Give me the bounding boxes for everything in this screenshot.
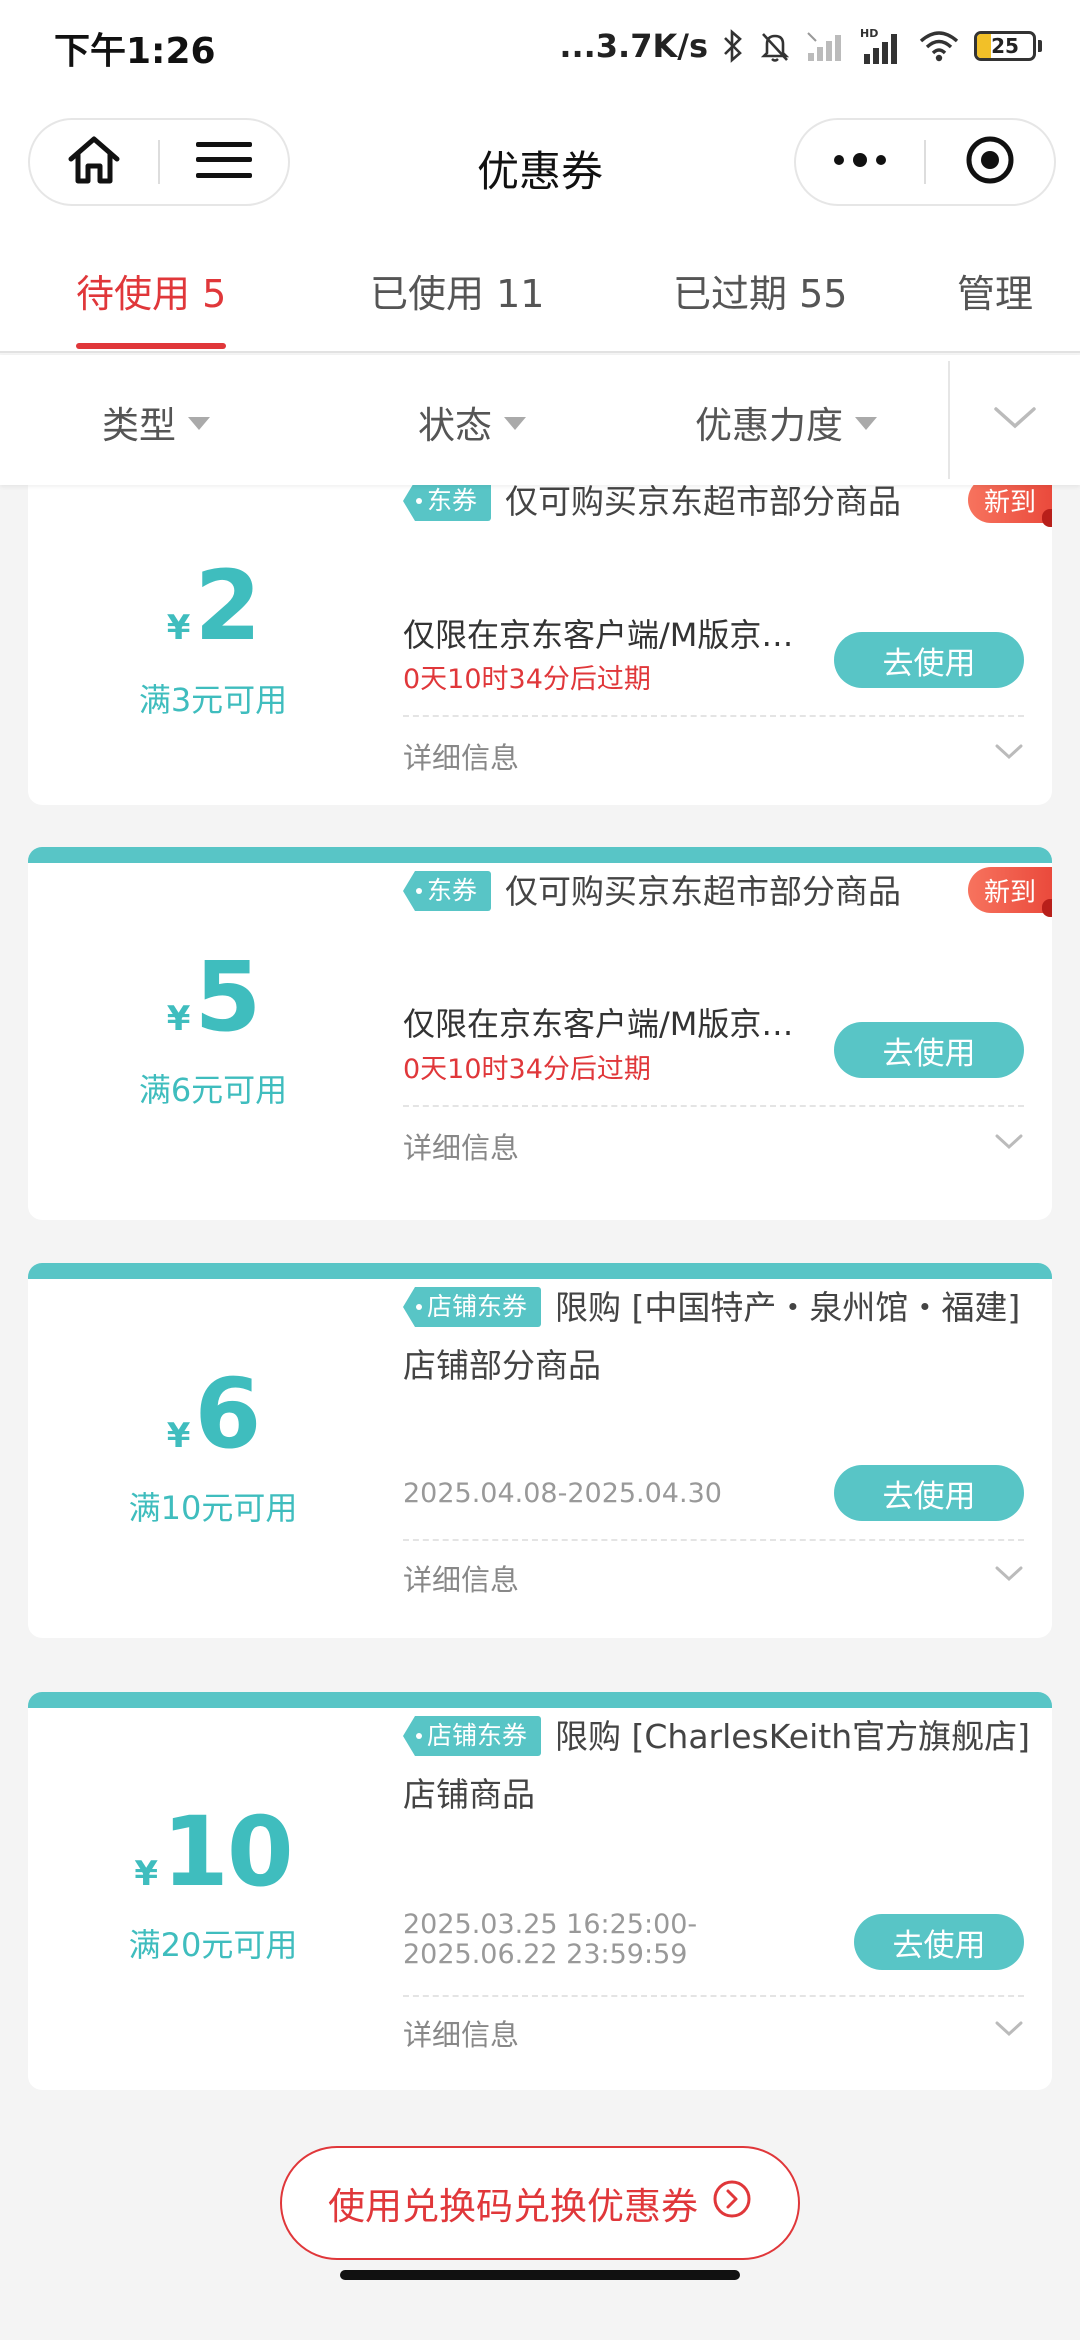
chevron-down-icon[interactable] <box>994 1133 1024 1155</box>
status-tabs: 待使用 5 已使用 11 已过期 55 管理 <box>0 235 1080 353</box>
tab-used[interactable]: 已使用 11 <box>370 263 544 318</box>
filter-expand-button[interactable] <box>950 355 1080 485</box>
coupon-detail-link[interactable]: 详细信息 <box>403 735 519 777</box>
coupon-threshold: 满3元可用 <box>138 681 288 719</box>
coupon-expire: 0天10时34分后过期 <box>403 1054 651 1085</box>
mute-bell-icon <box>758 29 792 63</box>
coupon-date-range: 2025.03.25 16:25:00-2025.06.22 23:59:59 <box>403 1909 698 1970</box>
active-tab-indicator <box>76 343 226 349</box>
coupon-amount-value: 10 <box>162 1796 294 1908</box>
coupon-desc: 仅限在京东客户端/M版京… <box>403 616 794 654</box>
coupon-title: 东券 仅可购买京东超市部分商品 <box>403 485 1033 531</box>
tab-expired[interactable]: 已过期 55 <box>673 263 847 318</box>
use-coupon-button[interactable]: 去使用 <box>834 632 1024 688</box>
coupon-expire: 0天10时34分后过期 <box>403 664 651 695</box>
signal-weak-icon <box>806 29 846 63</box>
svg-text:HD: HD <box>860 27 878 40</box>
coupon-tag: 店铺东券 <box>403 1716 542 1756</box>
tab-pending[interactable]: 待使用 5 <box>76 263 226 318</box>
dropdown-triangle-icon <box>504 416 526 430</box>
coupon-amount: ¥2 <box>28 550 398 662</box>
redeem-code-button[interactable]: 使用兑换码兑换优惠券 <box>280 2146 800 2260</box>
filter-discount[interactable]: 优惠力度 <box>695 395 877 449</box>
status-bar: 下午1:26 ...3.7K/s HD 25 <box>0 0 1080 90</box>
battery-percent: 25 <box>991 34 1019 58</box>
use-coupon-button[interactable]: 去使用 <box>854 1914 1024 1970</box>
title-bar: 优惠券 <box>0 90 1080 235</box>
dropdown-triangle-icon <box>855 416 877 430</box>
coupon-amount-value: 6 <box>194 1358 261 1470</box>
close-miniapp-button[interactable] <box>926 120 1054 204</box>
coupon-card: 店铺东券 限购 [CharlesKeith官方旗舰店] 店铺商品 ¥10 满20元… <box>28 1692 1052 2090</box>
coupon-card: 新到 东券 仅可购买京东超市部分商品 ¥2 满3元可用 仅限在京东客户端/M版京…… <box>28 485 1052 805</box>
battery-icon: 25 <box>974 31 1042 61</box>
target-close-icon <box>964 134 1016 190</box>
filter-discount-label: 优惠力度 <box>695 404 843 447</box>
yen-symbol: ¥ <box>166 1416 191 1456</box>
dropdown-triangle-icon <box>188 416 210 430</box>
chevron-down-icon[interactable] <box>994 2020 1024 2042</box>
use-coupon-button[interactable]: 去使用 <box>834 1022 1024 1078</box>
coupon-card: 新到 东券 仅可购买京东超市部分商品 ¥5 满6元可用 仅限在京东客户端/M版京…… <box>28 847 1052 1220</box>
coupon-tag: 店铺东券 <box>403 1287 542 1327</box>
coupon-title: 东券 仅可购买京东超市部分商品 <box>403 863 1033 921</box>
coupon-detail-link[interactable]: 详细信息 <box>403 2012 519 2054</box>
filter-type-label: 类型 <box>102 404 176 447</box>
chevron-down-icon[interactable] <box>994 743 1024 765</box>
tab-manage[interactable]: 管理 <box>957 263 1033 318</box>
network-speed: ...3.7K/s <box>559 27 708 65</box>
coupon-amount-value: 5 <box>194 941 261 1053</box>
coupon-detail-link[interactable]: 详细信息 <box>403 1557 519 1599</box>
coupon-date-range: 2025.04.08-2025.04.30 <box>403 1478 722 1509</box>
bluetooth-icon <box>722 29 744 63</box>
coupon-tag: 东券 <box>403 485 492 521</box>
redeem-code-label: 使用兑换码兑换优惠券 <box>328 2185 698 2228</box>
coupon-threshold: 满20元可用 <box>128 1926 298 1964</box>
miniapp-capsule <box>794 118 1056 206</box>
wifi-icon <box>918 29 960 63</box>
coupon-title: 店铺东券 限购 [CharlesKeith官方旗舰店] 店铺商品 <box>403 1708 1033 1824</box>
coupon-amount: ¥10 <box>28 1796 398 1908</box>
coupon-title: 店铺东券 限购 [中国特产・泉州馆・福建] 店铺部分商品 <box>403 1279 1033 1395</box>
chevron-down-icon[interactable] <box>994 1565 1024 1587</box>
coupon-tag: 东券 <box>403 871 492 911</box>
coupon-title-text: 仅可购买京东超市部分商品 <box>505 485 902 521</box>
home-indicator <box>340 2270 740 2280</box>
status-icons: ...3.7K/s HD 25 <box>559 22 1042 70</box>
coupon-amount: ¥6 <box>28 1358 398 1470</box>
yen-symbol: ¥ <box>134 1854 159 1894</box>
signal-hd-icon: HD <box>860 26 904 66</box>
coupon-detail-link[interactable]: 详细信息 <box>403 1125 519 1167</box>
chevron-down-icon <box>993 405 1037 435</box>
battery-level <box>977 34 991 58</box>
use-coupon-button[interactable]: 去使用 <box>834 1465 1024 1521</box>
coupon-card: 店铺东券 限购 [中国特产・泉州馆・福建] 店铺部分商品 ¥6 满10元可用 20… <box>28 1263 1052 1638</box>
filter-status-label: 状态 <box>418 404 492 447</box>
yen-symbol: ¥ <box>166 999 191 1039</box>
coupon-list: 新到 东券 仅可购买京东超市部分商品 ¥2 满3元可用 仅限在京东客户端/M版京…… <box>0 485 1080 2340</box>
filter-bar: 类型 状态 优惠力度 <box>0 355 1080 485</box>
coupon-title-text: 仅可购买京东超市部分商品 <box>505 872 902 911</box>
coupon-amount-value: 2 <box>194 550 261 662</box>
coupon-threshold: 满6元可用 <box>138 1071 288 1109</box>
more-button[interactable] <box>796 120 924 204</box>
coupon-amount: ¥5 <box>28 941 398 1053</box>
status-time: 下午1:26 <box>54 31 216 72</box>
coupon-threshold: 满10元可用 <box>128 1489 298 1527</box>
yen-symbol: ¥ <box>166 608 191 648</box>
filter-type[interactable]: 类型 <box>102 395 210 449</box>
coupon-desc: 仅限在京东客户端/M版京… <box>403 1005 794 1043</box>
arrow-right-circle-icon <box>712 2179 752 2228</box>
more-dots-icon <box>830 150 890 174</box>
filter-status[interactable]: 状态 <box>418 395 526 449</box>
